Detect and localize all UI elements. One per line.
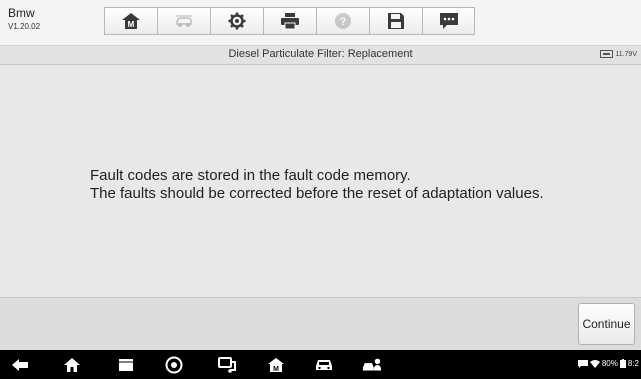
top-toolbar: Bmw V1.20.02 M ? [0,0,641,46]
message-text: Fault codes are stored in the fault code… [90,167,544,203]
chrome-icon[interactable] [164,355,184,375]
svg-text:M: M [128,20,135,29]
vci-icon[interactable] [218,355,238,375]
help-button[interactable]: ? [316,7,369,35]
app-version: V1.20.02 [8,22,41,31]
svg-text:M: M [273,366,279,373]
battery-icon [600,50,614,58]
status-area: 80% 8:2 [577,359,639,368]
screen: Bmw V1.20.02 M ? Diesel Particulate Filt… [0,0,641,379]
recent-apps-icon[interactable] [116,355,136,375]
svg-text:?: ? [340,16,347,28]
toolbar-buttons: M ? [104,7,475,37]
back-icon[interactable] [10,355,30,375]
tablet-battery-icon [619,359,626,368]
settings-button[interactable] [210,7,263,35]
title-bar: Diesel Particulate Filter: Replacement 1… [0,46,641,65]
message-area: Fault codes are stored in the fault code… [0,65,641,297]
vehicle-icon[interactable] [314,355,334,375]
save-button[interactable] [369,7,422,35]
maxisys-home-icon[interactable]: M [266,355,286,375]
continue-button[interactable]: Continue [578,303,635,345]
action-bar: Continue [0,297,641,351]
home-icon: M [122,13,140,29]
message-icon [439,13,458,29]
home-button[interactable]: M [104,7,157,35]
app-name: Bmw [8,6,35,20]
home-icon[interactable] [62,355,82,375]
battery-percent: 80% [601,359,618,368]
vehicle-swap-icon [176,15,192,27]
message-button[interactable] [422,7,475,35]
battery-voltage-indicator: 11.79V [600,50,637,58]
service-icon[interactable] [362,355,382,375]
navigation-bar: M 80% 8:2 [0,350,641,379]
clock: 8:2 [627,359,639,368]
print-button[interactable] [263,7,316,35]
battery-voltage: 11.79V [615,50,637,58]
message-line-1: Fault codes are stored in the fault code… [90,167,411,184]
page-title: Diesel Particulate Filter: Replacement [228,48,413,60]
vehicle-swap-button[interactable] [157,7,210,35]
save-icon [388,13,404,29]
message-notification-icon [577,359,588,368]
wifi-icon [589,359,600,368]
message-line-2: The faults should be corrected before th… [90,185,544,202]
settings-icon [228,12,246,30]
print-icon [281,13,299,30]
help-icon: ? [335,13,351,29]
